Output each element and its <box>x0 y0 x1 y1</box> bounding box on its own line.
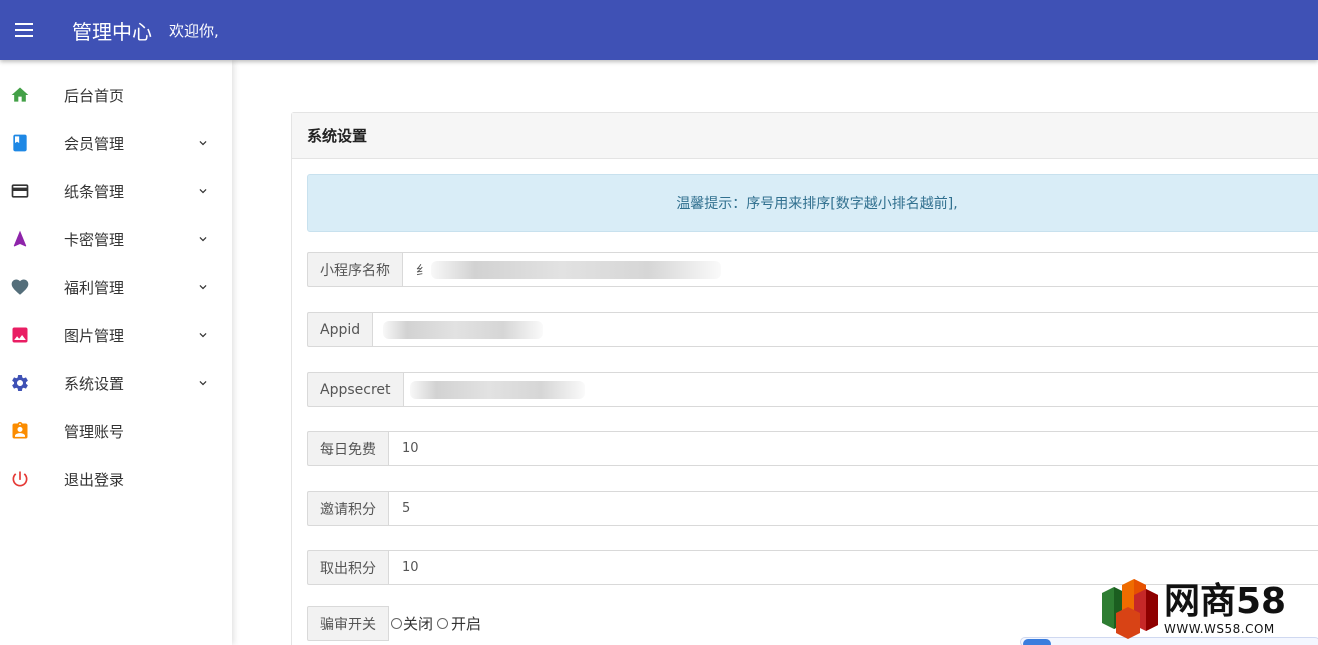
redacted-value <box>409 380 585 399</box>
field-value: 5 <box>402 501 411 516</box>
sidebar-item-images[interactable]: 图片管理 <box>0 311 232 359</box>
field-value: 纟 <box>416 264 430 279</box>
sidebar-item-label: 后台首页 <box>64 86 125 105</box>
book-icon <box>0 131 40 155</box>
form-row-appsecret: Appsecret <box>307 372 1318 407</box>
sidebar-item-label: 卡密管理 <box>64 230 125 249</box>
watermark: 网商58 WWW.WS58.COM <box>1100 578 1310 640</box>
field-label: 骗审开关 <box>307 606 389 641</box>
widget-indicator <box>1023 639 1051 645</box>
redacted-value <box>383 320 544 339</box>
sidebar-item-label: 系统设置 <box>64 374 125 393</box>
form-row-appid: Appid <box>307 312 1318 347</box>
sidebar-item-label: 管理账号 <box>64 422 125 441</box>
radio-on[interactable] <box>437 618 449 629</box>
field-label: Appid <box>307 312 373 347</box>
app-title: 管理中心 <box>72 19 152 44</box>
radio-on-label[interactable]: 开启 <box>451 613 481 634</box>
sidebar-item-card-keys[interactable]: 卡密管理 <box>0 215 232 263</box>
image-icon <box>0 323 40 347</box>
chevron-down-icon[interactable] <box>196 280 210 294</box>
heart-icon <box>0 275 40 299</box>
sidebar-item-label: 会员管理 <box>64 134 125 153</box>
redacted-value <box>431 260 722 279</box>
chevron-down-icon[interactable] <box>196 184 210 198</box>
appsecret-input[interactable] <box>402 372 1318 407</box>
account-badge-icon <box>0 419 40 443</box>
radio-off-label[interactable]: 关闭 <box>403 613 433 634</box>
sidebar-item-label: 图片管理 <box>64 326 125 345</box>
chevron-down-icon[interactable] <box>196 328 210 342</box>
home-icon <box>0 83 40 107</box>
field-value: 10 <box>402 441 419 456</box>
tip-alert: 温馨提示：序号用来排序[数字越小排名越前], <box>307 174 1318 232</box>
form-row-review-switch: 骗审开关 关闭 开启 <box>307 606 707 641</box>
sidebar-item-members[interactable]: 会员管理 <box>0 119 232 167</box>
sidebar-item-settings[interactable]: 系统设置 <box>0 359 232 407</box>
sidebar-item-label: 退出登录 <box>64 470 125 489</box>
chevron-down-icon[interactable] <box>196 136 210 150</box>
sidebar-item-logout[interactable]: 退出登录 <box>0 455 232 503</box>
chevron-down-icon[interactable] <box>196 232 210 246</box>
review-switch-radio-group: 关闭 开启 <box>391 606 481 641</box>
hamburger-menu-icon[interactable] <box>1 0 47 60</box>
app-name-input[interactable]: 纟 <box>402 252 1318 287</box>
sidebar-item-label: 福利管理 <box>64 278 125 297</box>
welcome-text: 欢迎你, <box>169 21 219 40</box>
watermark-url: WWW.WS58.COM <box>1164 622 1275 636</box>
card-icon <box>0 179 40 203</box>
power-icon <box>0 467 40 491</box>
field-label: Appsecret <box>307 372 403 407</box>
ws58-logo-icon <box>1102 579 1158 639</box>
sidebar-item-label: 纸条管理 <box>64 182 125 201</box>
field-label: 取出积分 <box>307 550 388 585</box>
appid-input[interactable] <box>372 312 1318 347</box>
watermark-brand: 网商58 <box>1164 581 1287 622</box>
invite-points-input[interactable]: 5 <box>388 491 1318 526</box>
sidebar-item-notes[interactable]: 纸条管理 <box>0 167 232 215</box>
card-title: 系统设置 <box>292 113 1318 159</box>
daily-free-input[interactable]: 10 <box>388 431 1318 466</box>
radio-off[interactable] <box>391 618 402 629</box>
form-row-app-name: 小程序名称 纟 <box>307 252 1318 287</box>
field-label: 每日免费 <box>307 431 388 466</box>
form-row-daily-free: 每日免费 10 <box>307 431 1318 466</box>
sidebar-item-home[interactable]: 后台首页 <box>0 71 232 119</box>
field-label: 小程序名称 <box>307 252 402 287</box>
field-value: 10 <box>402 560 419 575</box>
sidebar-item-welfare[interactable]: 福利管理 <box>0 263 232 311</box>
gear-icon <box>0 371 40 395</box>
sidebar-item-admin-accounts[interactable]: 管理账号 <box>0 407 232 455</box>
navigation-icon <box>0 227 40 251</box>
field-label: 邀请积分 <box>307 491 388 526</box>
top-app-bar: 管理中心 欢迎你, <box>0 0 1318 60</box>
form-row-invite-points: 邀请积分 5 <box>307 491 1318 526</box>
sidebar: 后台首页 会员管理 纸条管理 卡密管理 福利管理 图片管理 系统设置 管理账号 … <box>0 60 232 645</box>
chevron-down-icon[interactable] <box>196 376 210 390</box>
